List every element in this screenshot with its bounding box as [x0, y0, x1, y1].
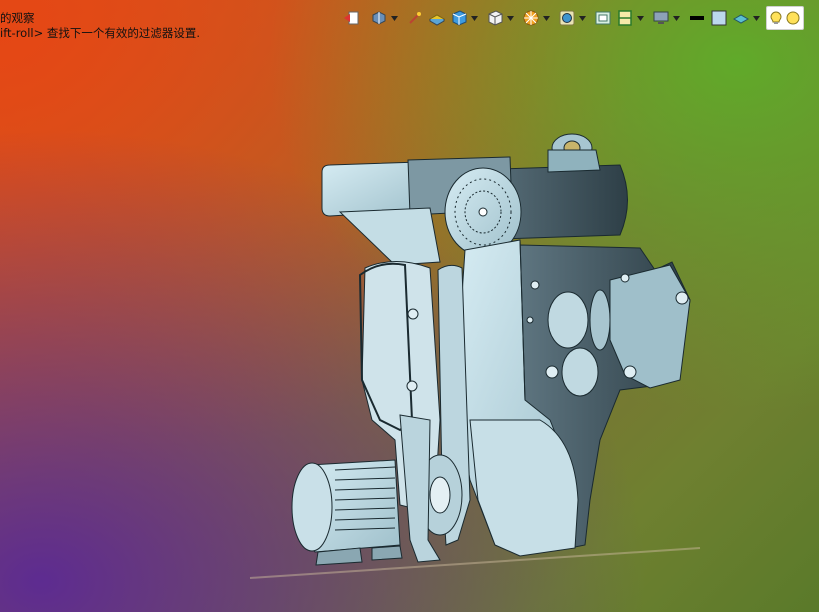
base-foot: [371, 545, 403, 561]
idler-pulley: [547, 291, 589, 349]
lower-cover: [469, 419, 579, 557]
bolt: [620, 273, 630, 283]
idler-pulley: [589, 289, 611, 351]
fan-hub: [478, 207, 488, 217]
drive-wheel-hub: [429, 476, 451, 514]
belt-grinder-model[interactable]: [291, 133, 691, 566]
bottom-motor-endcap: [291, 462, 333, 552]
bolt: [545, 365, 559, 379]
bolt: [623, 365, 637, 379]
bolt: [526, 316, 534, 324]
ring-mount: [547, 149, 601, 173]
bolt: [407, 308, 419, 320]
idler-pulley: [561, 347, 599, 397]
bolt: [675, 291, 689, 305]
bolt: [530, 280, 540, 290]
chute: [338, 207, 441, 266]
graphics-viewport[interactable]: [0, 0, 819, 612]
bolt: [406, 380, 418, 392]
